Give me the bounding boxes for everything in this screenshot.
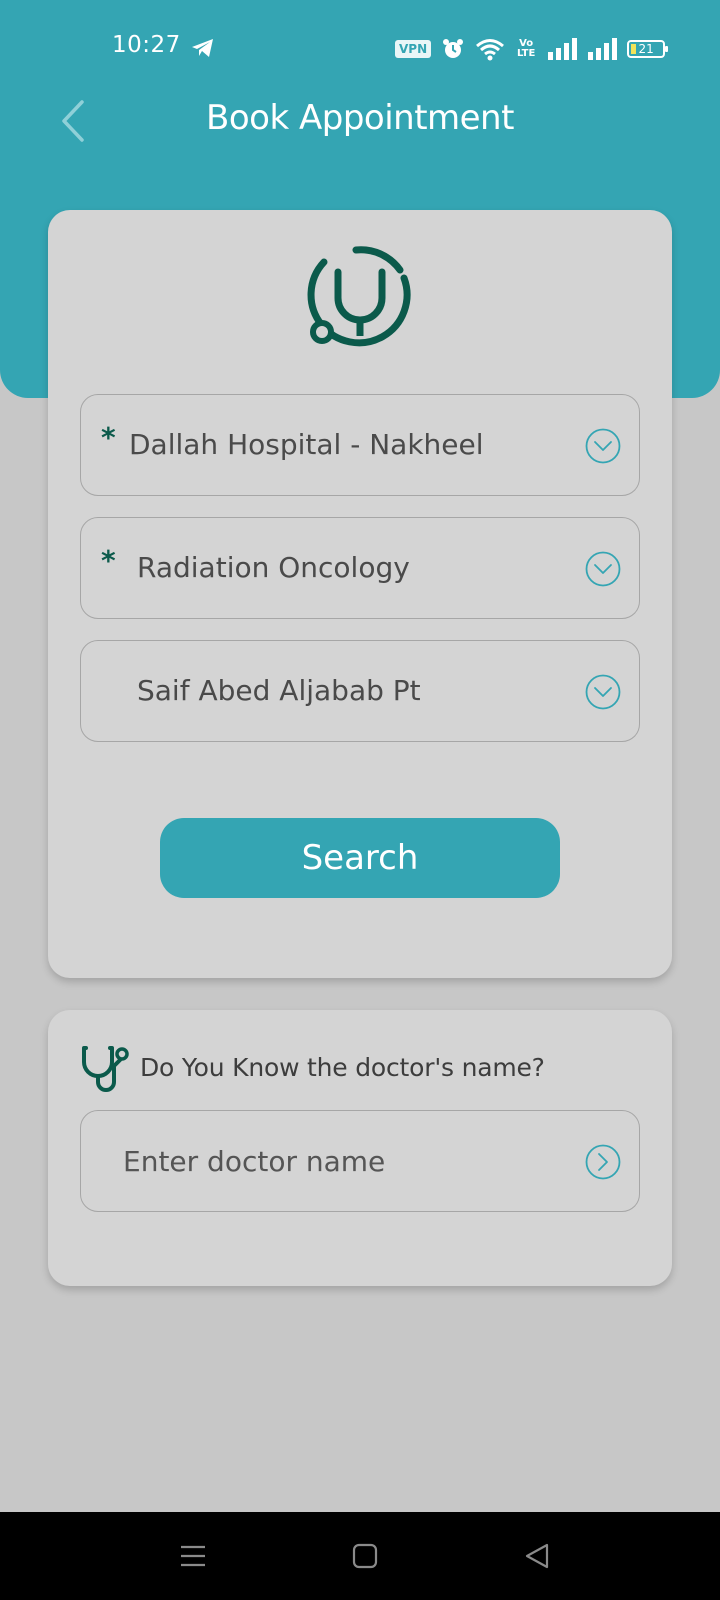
doctor-select-value: Saif Abed Aljabab Pt <box>137 674 421 707</box>
signal-icon <box>588 38 618 60</box>
vpn-icon: VPN <box>395 40 432 58</box>
stethoscope-icon <box>307 246 411 347</box>
doctor-name-card: Do You Know the doctor's name? <box>48 1010 672 1286</box>
signal-icon <box>548 38 578 60</box>
required-mark: * <box>101 421 116 454</box>
navigation-bar <box>0 1512 720 1600</box>
status-bar: 10:27 VPN Vo LTE 21 <box>0 0 720 96</box>
required-mark: * <box>101 544 116 577</box>
doctor-question-label: Do You Know the doctor's name? <box>140 1052 545 1082</box>
telegram-icon <box>192 39 213 57</box>
battery-level: 21 <box>638 42 654 56</box>
chevron-down-icon <box>585 428 621 464</box>
chevron-down-icon <box>585 551 621 587</box>
specialty-select[interactable]: * Radiation Oncology <box>80 517 640 619</box>
chevron-down-icon <box>585 674 621 710</box>
status-icons: VPN Vo LTE 21 <box>395 36 669 62</box>
appointment-form-card: * Dallah Hospital - Nakheel * Radiation … <box>48 210 672 978</box>
specialty-select-value: Radiation Oncology <box>137 551 410 584</box>
page-title: Book Appointment <box>206 98 514 138</box>
search-button[interactable]: Search <box>160 818 560 898</box>
volte-icon: Vo LTE <box>516 38 536 59</box>
battery-icon: 21 <box>627 40 669 58</box>
doctor-name-field[interactable] <box>80 1110 640 1212</box>
chevron-right-circle-icon[interactable] <box>585 1144 621 1180</box>
doctor-name-input[interactable] <box>123 1135 553 1187</box>
doctor-select[interactable]: Saif Abed Aljabab Pt <box>80 640 640 742</box>
stethoscope-icon <box>82 1046 129 1092</box>
menu-icon[interactable] <box>175 1538 211 1574</box>
wifi-icon <box>476 39 505 61</box>
back-icon[interactable] <box>519 1538 555 1574</box>
alarm-icon <box>443 39 464 58</box>
hospital-select[interactable]: * Dallah Hospital - Nakheel <box>80 394 640 496</box>
status-time: 10:27 <box>112 32 181 58</box>
hospital-select-value: Dallah Hospital - Nakheel <box>129 428 484 461</box>
doctor-question-row: Do You Know the doctor's name? <box>78 1040 545 1094</box>
battery-fill <box>631 44 637 54</box>
home-icon[interactable] <box>347 1538 383 1574</box>
